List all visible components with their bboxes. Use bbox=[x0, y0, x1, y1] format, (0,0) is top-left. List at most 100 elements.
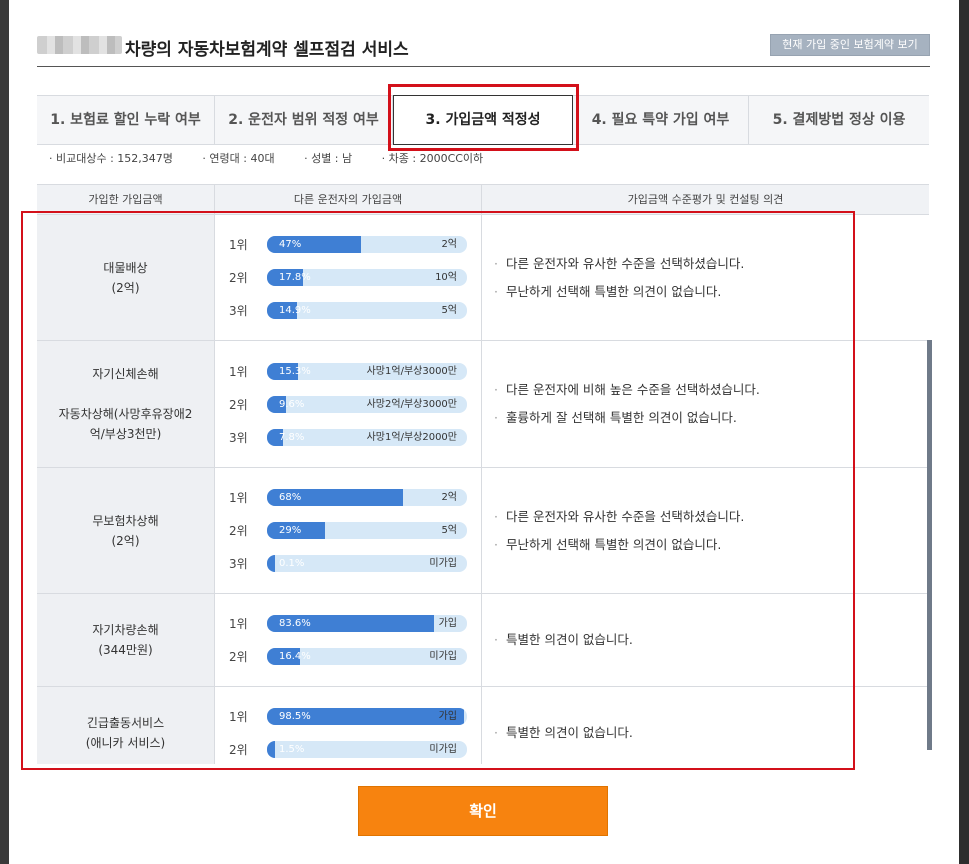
filter-compare-count: · 비교대상수 : 152,347명 bbox=[49, 152, 173, 165]
others-coverage-cell: 1위 68% 2억 2위 29% 5억 3위 0.1% 미가입 bbox=[215, 468, 482, 593]
percentage-label: 9.6% bbox=[279, 398, 305, 410]
amount-label: 5억 bbox=[441, 525, 457, 536]
tab-discount-omission[interactable]: 1. 보험료 할인 누락 여부 bbox=[37, 96, 215, 144]
coverage-name-cell: 대물배상 (2억) bbox=[37, 215, 215, 340]
rank-label: 2위 bbox=[229, 743, 248, 757]
column-header-others-coverage: 다른 운전자의 가입금액 bbox=[215, 185, 482, 214]
amount-label: 10억 bbox=[435, 272, 457, 283]
opinion-text: 무난하게 선택해 특별한 의견이 없습니다. bbox=[494, 531, 929, 559]
percentage-bar: 17.8% 10억 bbox=[267, 269, 467, 286]
table-row: 긴급출동서비스 (애니카 서비스) 1위 98.5% 가입 2위 1.5% 미가입 특별한 의견… bbox=[37, 687, 929, 764]
rank-item: 3위 7.8% 사망1억/부상2000만 bbox=[229, 421, 481, 454]
self-check-dialog: 차량의 자동차보험계약 셀프점검 서비스 현재 가입 중인 보험계약 보기 1.… bbox=[9, 0, 959, 864]
percentage-bar: 9.6% 사망2억/부상3000만 bbox=[267, 395, 467, 413]
opinion-cell: 다른 운전자와 유사한 수준을 선택하셨습니다.무난하게 선택해 특별한 의견이… bbox=[482, 468, 929, 593]
rank-label: 3위 bbox=[229, 304, 248, 318]
tab-required-riders[interactable]: 4. 필요 특약 가입 여부 bbox=[573, 96, 749, 144]
percentage-bar: 29% 5억 bbox=[267, 522, 467, 539]
rank-item: 1위 15.3% 사망1억/부상3000만 bbox=[229, 355, 481, 388]
tab-payment-method[interactable]: 5. 결제방법 정상 이용 bbox=[749, 96, 929, 144]
percentage-label: 14.9% bbox=[279, 305, 311, 316]
amount-label: 가입 bbox=[438, 618, 457, 629]
amount-label: 사망2억/부상3000만 bbox=[366, 398, 457, 410]
coverage-name-cell: 자기차량손해 (344만원) bbox=[37, 594, 215, 686]
percentage-bar: 68% 2억 bbox=[267, 489, 467, 506]
percentage-bar: 83.6% 가입 bbox=[267, 615, 467, 632]
coverage-name-cell: 긴급출동서비스 (애니카 서비스) bbox=[37, 687, 215, 764]
coverage-name-line: 무보험차상해 bbox=[92, 513, 159, 528]
percentage-bar: 98.5% 가입 bbox=[267, 708, 467, 725]
column-header-opinion: 가입금액 수준평가 및 컨설팅 의견 bbox=[627, 193, 784, 206]
table-row: 자기신체손해 자동차상해(사망후유장애2 억/부상3천만) 1위 15.3% 사망1억/부… bbox=[37, 341, 929, 468]
filter-gender: · 성별 : 남 bbox=[304, 152, 353, 165]
filter-age-group: · 연령대 : 40대 bbox=[202, 152, 275, 165]
others-coverage-cell: 1위 83.6% 가입 2위 16.4% 미가입 bbox=[215, 594, 482, 686]
percentage-label: 16.4% bbox=[279, 651, 311, 662]
rank-label: 1위 bbox=[229, 238, 248, 252]
opinion-text: 다른 운전자에 비해 높은 수준을 선택하셨습니다. bbox=[494, 376, 929, 404]
rank-label: 1위 bbox=[229, 617, 248, 631]
coverage-name-line: 자기신체손해 bbox=[92, 367, 159, 381]
percentage-label: 68% bbox=[279, 492, 302, 503]
opinion-cell: 특별한 의견이 없습니다. bbox=[482, 687, 929, 764]
percentage-bar: 1.5% 미가입 bbox=[267, 741, 467, 758]
rank-label: 1위 bbox=[229, 491, 248, 505]
opinion-text: 다른 운전자와 유사한 수준을 선택하셨습니다. bbox=[494, 503, 929, 531]
amount-label: 사망1억/부상3000만 bbox=[366, 365, 457, 377]
coverage-name-line: (2억) bbox=[111, 280, 140, 295]
tab-coverage-amount[interactable]: 3. 가입금액 적정성 bbox=[393, 95, 573, 145]
coverage-name-cell: 무보험차상해 (2억) bbox=[37, 468, 215, 593]
rank-item: 3위 14.9% 5억 bbox=[229, 294, 481, 327]
amount-label: 가입 bbox=[438, 711, 457, 722]
percentage-label: 47% bbox=[279, 239, 302, 250]
filter-car-type: · 차종 : 2000CC이하 bbox=[381, 152, 484, 165]
percentage-bar: 16.4% 미가입 bbox=[267, 648, 467, 665]
percentage-label: 29% bbox=[279, 525, 302, 536]
view-current-contract-button[interactable]: 현재 가입 중인 보험계약 보기 bbox=[770, 34, 930, 56]
percentage-bar: 0.1% 미가입 bbox=[267, 555, 467, 572]
percentage-bar: 15.3% 사망1억/부상3000만 bbox=[267, 362, 467, 380]
rank-label: 2위 bbox=[229, 650, 248, 664]
opinion-text: 다른 운전자와 유사한 수준을 선택하셨습니다. bbox=[494, 250, 929, 278]
percentage-label: 83.6% bbox=[279, 618, 311, 629]
rank-item: 3위 0.1% 미가입 bbox=[229, 547, 481, 580]
tab-bar: 1. 보험료 할인 누락 여부 2. 운전자 범위 적정 여부 3. 가입금액 … bbox=[37, 95, 929, 145]
table-row: 자기차량손해 (344만원) 1위 83.6% 가입 2위 16.4% 미가입 특별한 의견이 … bbox=[37, 594, 929, 687]
rank-item: 2위 1.5% 미가입 bbox=[229, 733, 481, 764]
coverage-name-line: (344만원) bbox=[98, 643, 153, 657]
confirm-button[interactable]: 확인 bbox=[358, 786, 608, 836]
column-header-my-coverage: 가입한 가입금액 bbox=[37, 185, 215, 214]
coverage-name-line: 억/부상3천만) bbox=[89, 427, 162, 441]
rank-item: 2위 16.4% 미가입 bbox=[229, 640, 481, 673]
rank-item: 2위 17.8% 10억 bbox=[229, 261, 481, 294]
dialog-header: 차량의 자동차보험계약 셀프점검 서비스 현재 가입 중인 보험계약 보기 bbox=[37, 30, 930, 67]
amount-label: 2억 bbox=[441, 239, 457, 250]
percentage-bar-fill bbox=[267, 741, 275, 758]
percentage-label: 1.5% bbox=[279, 744, 305, 755]
rank-label: 2위 bbox=[229, 397, 248, 412]
amount-label: 미가입 bbox=[429, 744, 457, 755]
rank-item: 1위 83.6% 가입 bbox=[229, 607, 481, 640]
page-title: 차량의 자동차보험계약 셀프점검 서비스 bbox=[125, 40, 409, 60]
percentage-bar: 7.8% 사망1억/부상2000만 bbox=[267, 428, 467, 446]
coverage-table[interactable]: 가입한 가입금액 다른 운전자의 가입금액 가입금액 수준평가 및 컨설팅 의견… bbox=[37, 184, 929, 764]
rank-label: 1위 bbox=[229, 364, 248, 379]
table-scrollbar[interactable] bbox=[927, 340, 932, 750]
coverage-name-line: (2억) bbox=[111, 533, 140, 548]
coverage-name-line: (애니카 서비스) bbox=[85, 736, 166, 750]
opinion-cell: 다른 운전자에 비해 높은 수준을 선택하셨습니다.훌륭하게 잘 선택해 특별한… bbox=[482, 341, 929, 467]
percentage-bar: 14.9% 5억 bbox=[267, 302, 467, 319]
coverage-name-line: 긴급출동서비스 bbox=[86, 716, 165, 730]
tab-driver-range[interactable]: 2. 운전자 범위 적정 여부 bbox=[215, 96, 393, 144]
percentage-label: 0.1% bbox=[279, 558, 305, 569]
amount-label: 5억 bbox=[441, 305, 457, 316]
percentage-label: 15.3% bbox=[279, 365, 311, 377]
rank-item: 2위 29% 5억 bbox=[229, 514, 481, 547]
amount-label: 2억 bbox=[441, 492, 457, 503]
percentage-label: 17.8% bbox=[279, 272, 311, 283]
coverage-name-line: 대물배상 bbox=[103, 260, 148, 275]
masked-vehicle-number bbox=[37, 36, 122, 54]
opinion-text: 특별한 의견이 없습니다. bbox=[494, 626, 929, 654]
opinion-text: 특별한 의견이 없습니다. bbox=[494, 719, 929, 747]
others-coverage-cell: 1위 98.5% 가입 2위 1.5% 미가입 bbox=[215, 687, 482, 764]
